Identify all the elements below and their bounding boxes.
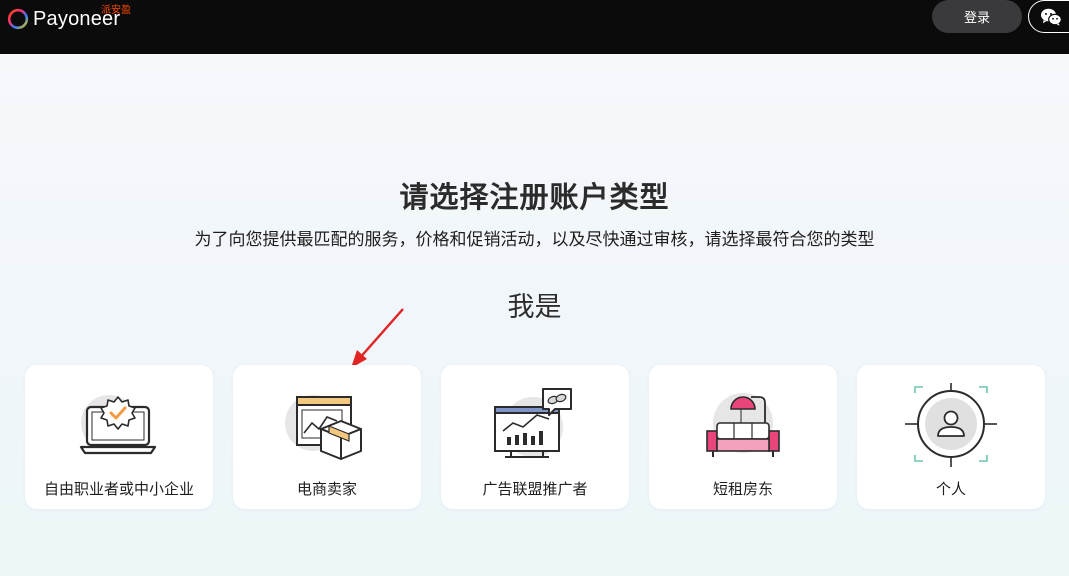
account-type-label: 广告联盟推广者 [482,480,588,498]
wechat-login-button[interactable] [1028,0,1069,33]
brand-name-cn: 派安盈 [101,5,131,16]
account-type-label: 自由职业者或中小企业 [43,480,194,498]
wechat-icon [1041,8,1062,26]
package-chart-icon [285,395,362,460]
account-type-card-ecommerce-seller[interactable]: 电商卖家 [233,365,421,509]
account-type-label: 个人 [935,480,966,498]
sofa-lamp-icon [706,393,780,457]
account-type-card-rental-host[interactable]: 短租房东 [649,365,837,509]
account-type-label: 短租房东 [712,480,773,498]
top-bar: Payoneer 派安盈 登录 [0,0,1069,54]
laptop-badge-icon [79,395,157,455]
login-button[interactable]: 登录 [932,0,1022,33]
account-type-card-freelancer[interactable]: 自由职业者或中小企业 [25,365,213,509]
page-title: 请选择注册账户类型 [399,180,670,214]
person-target-icon [905,383,997,467]
account-type-label: 电商卖家 [296,480,357,498]
payoneer-ring-icon [7,8,29,30]
page-subtitle: 为了向您提供最匹配的服务，价格和促销活动，以及尽快通过审核，请选择最符合您的类型 [194,230,875,250]
payoneer-logo[interactable]: Payoneer 派安盈 [7,5,131,31]
dashboard-chart-icon [494,388,572,458]
account-type-card-individual[interactable]: 个人 [857,365,1045,509]
red-arrow-annotation [351,308,404,368]
account-type-card-affiliate-marketer[interactable]: 广告联盟推广者 [441,365,629,509]
i-am-heading: 我是 [507,292,562,323]
